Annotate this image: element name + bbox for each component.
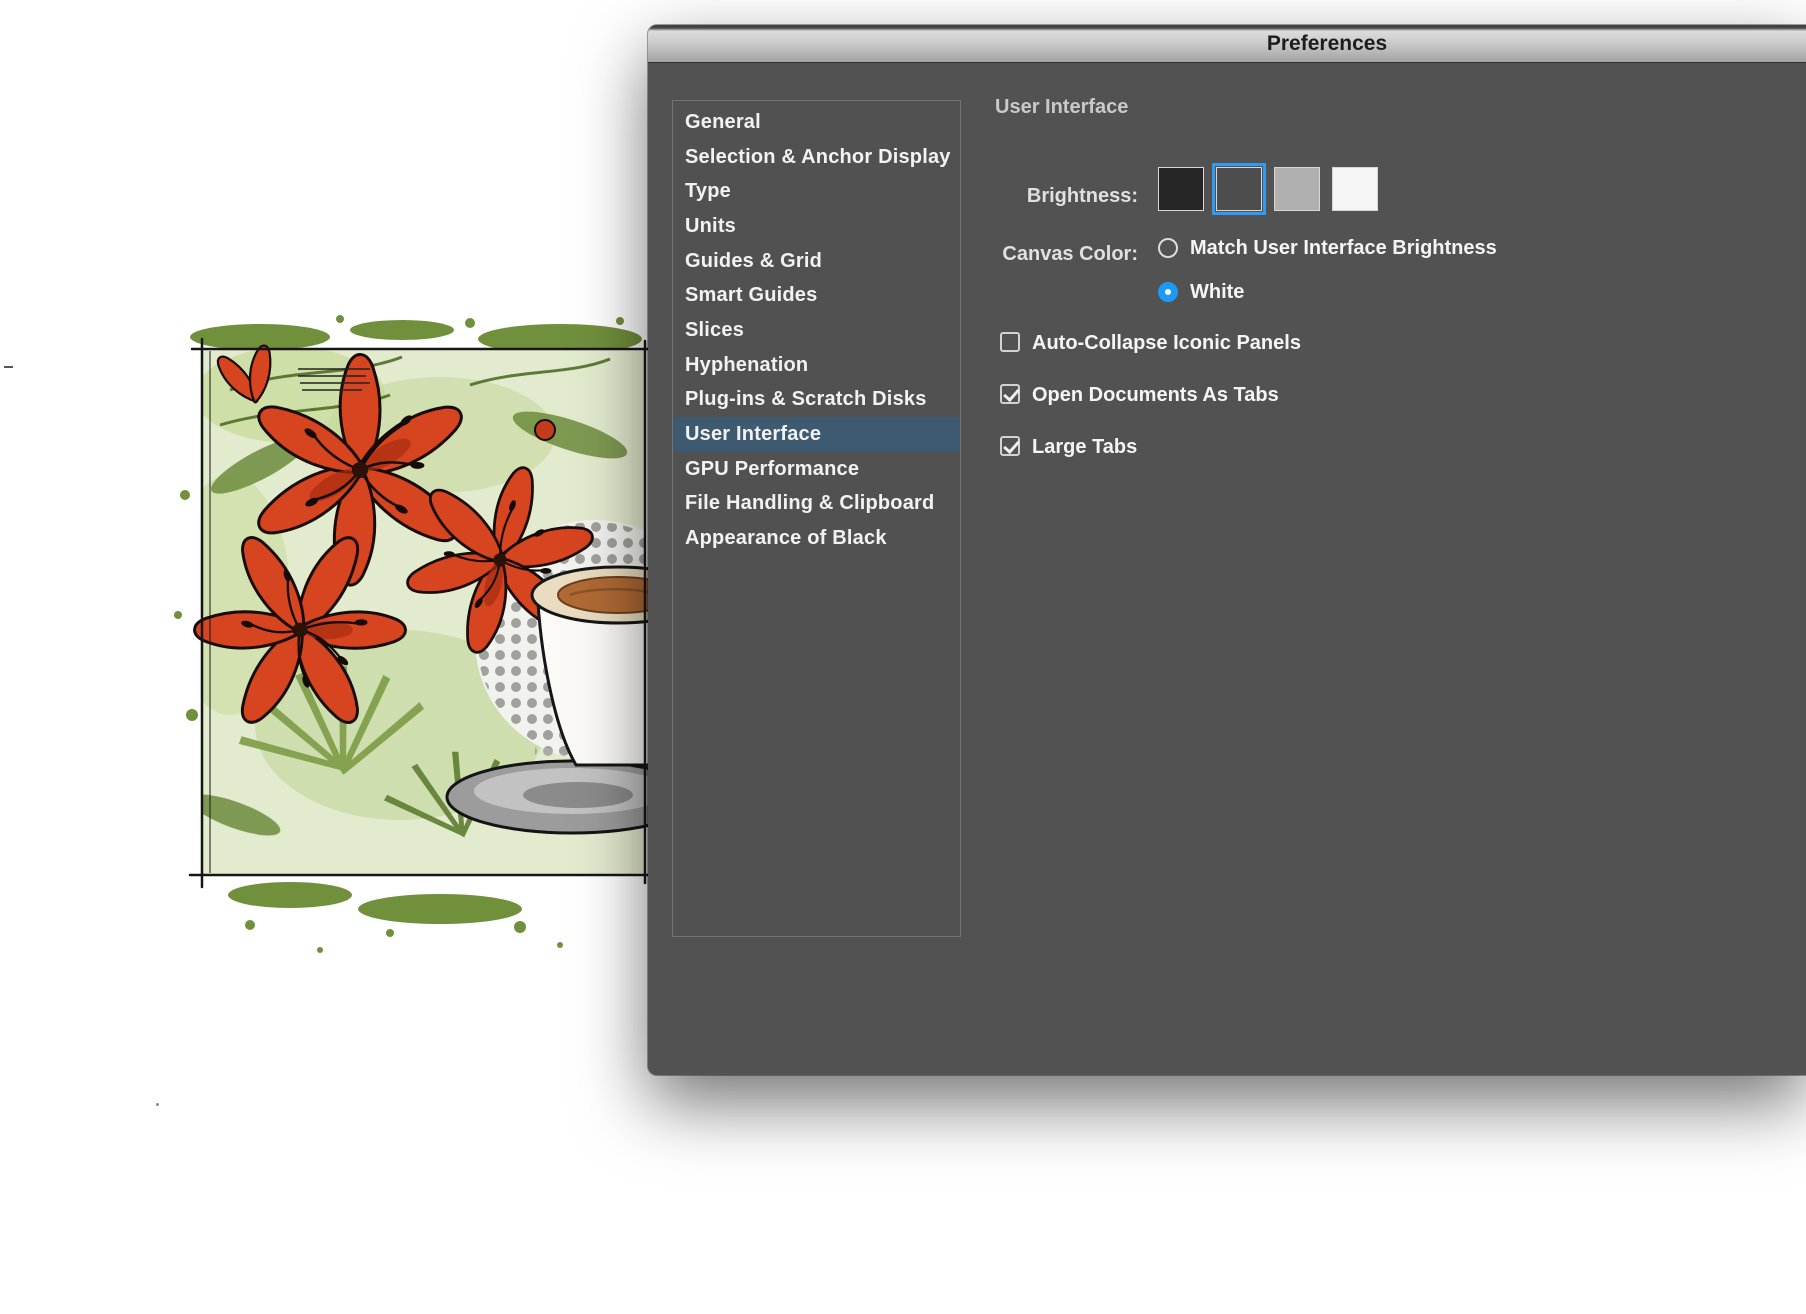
checkbox-auto-collapse-iconic-panels[interactable] [1000,332,1020,352]
sidebar-item-gpu-performance[interactable]: GPU Performance [673,452,960,487]
sidebar-item-appearance-of-black[interactable]: Appearance of Black [673,521,960,556]
canvas-color-label: Canvas Color: [888,243,1138,265]
dialog-title: Preferences [1267,25,1387,62]
radio-white[interactable] [1158,282,1178,302]
sidebar-item-smart-guides[interactable]: Smart Guides [673,278,960,313]
brightness-swatch-group [1158,167,1378,211]
brightness-swatch-light-gray[interactable] [1274,167,1320,211]
preferences-dialog: Preferences General Selection & Anchor D… [648,25,1806,1075]
sidebar-item-general[interactable]: General [673,105,960,140]
sidebar-item-file-handling-clipboard[interactable]: File Handling & Clipboard [673,487,960,522]
radio-white-label[interactable]: White [1190,281,1244,303]
checkbox-open-documents-as-tabs-label[interactable]: Open Documents As Tabs [1032,384,1279,406]
sidebar-item-slices[interactable]: Slices [673,313,960,348]
checkbox-large-tabs[interactable] [1000,436,1020,456]
stray-mark [156,1103,159,1106]
radio-match-ui-brightness[interactable] [1158,238,1178,258]
checkbox-large-tabs-label[interactable]: Large Tabs [1032,436,1137,458]
preferences-category-list: General Selection & Anchor Display Type … [672,100,961,937]
artwork-illustration [140,295,700,975]
sidebar-item-hyphenation[interactable]: Hyphenation [673,348,960,383]
sidebar-item-selection-anchor-display[interactable]: Selection & Anchor Display [673,140,960,175]
radio-match-ui-brightness-label[interactable]: Match User Interface Brightness [1190,237,1497,259]
brightness-swatch-dark[interactable] [1158,167,1204,211]
sidebar-item-plugins-scratch-disks[interactable]: Plug-ins & Scratch Disks [673,383,960,418]
brightness-swatch-white[interactable] [1332,167,1378,211]
dialog-content: General Selection & Anchor Display Type … [648,63,1806,1075]
panel-heading: User Interface [995,96,1128,119]
dialog-titlebar[interactable]: Preferences [648,25,1806,63]
checkbox-auto-collapse-iconic-panels-label[interactable]: Auto-Collapse Iconic Panels [1032,332,1301,354]
brightness-label: Brightness: [888,185,1138,207]
sidebar-item-user-interface[interactable]: User Interface [673,417,960,452]
stray-mark [4,366,13,368]
sidebar-item-units[interactable]: Units [673,209,960,244]
checkbox-open-documents-as-tabs[interactable] [1000,384,1020,404]
brightness-swatch-medium-dark[interactable] [1216,167,1262,211]
